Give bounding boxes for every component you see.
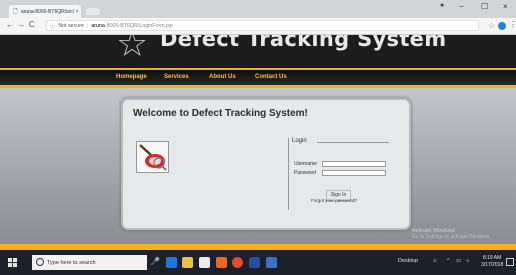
desktop-label[interactable]: Desktop [398,258,418,264]
cortana-icon [36,258,44,266]
tab-title: aruna-8000-BT6QR/src/ × [20,8,79,15]
clock-date: 3/17/2018 [481,262,504,268]
nav-homepage[interactable]: Homepage [116,74,147,80]
minimize-button[interactable]: − [459,2,464,11]
windows-start-icon[interactable] [8,258,17,267]
nav-contact-us[interactable]: Contact Us [255,74,287,80]
bookmark-star-icon[interactable]: ☆ [488,21,495,30]
browser-tab-bar: 🗋 aruna-8000-BT6QR/src/ × − ☐ × ● [0,0,516,18]
activate-windows-watermark: Activate Windows Go to Settings to activ… [412,228,491,240]
extension-icon[interactable] [498,22,506,30]
username-input[interactable] [322,161,386,167]
forward-icon[interactable]: → [17,20,25,29]
content-area: Welcome to Defect Tracking System! Login… [0,88,516,244]
clock-time: 8:19 AM [482,255,502,261]
site-title: Defect Tracking System [160,35,447,51]
welcome-heading: Welcome to Defect Tracking System! [133,108,308,119]
menu-icon[interactable]: ⋮ [509,20,516,29]
username-label: Username [294,161,318,167]
info-icon[interactable]: ⓘ [50,22,55,30]
taskbar-search[interactable]: Type here to search [32,255,147,270]
forgot-password-link[interactable]: Forgot your password? [311,198,357,203]
site-header: ☆ Defect Tracking System [0,35,516,68]
nav-services[interactable]: Services [164,74,189,80]
notification-icon[interactable] [506,258,514,266]
new-tab-button[interactable] [86,8,100,15]
app-blue-icon[interactable] [249,257,260,268]
reload-icon[interactable]: C [29,20,35,29]
app-window-icon[interactable] [266,257,277,268]
bug-logo-icon [136,141,169,173]
password-label: Password [294,170,316,176]
microphone-icon[interactable]: 🎤 [150,257,161,268]
login-legend: Login [292,138,307,144]
main-nav: Homepage Services About Us Contact Us [0,68,516,88]
address-bar: ← → C ⓘ Not secure | aruna-8000-BT6QR/Lo… [0,18,516,35]
app-orange-icon[interactable] [216,257,227,268]
firefox-icon[interactable] [232,257,243,268]
web-page: ☆ Defect Tracking System Homepage Servic… [0,35,516,250]
login-fieldset: Login Username Password Sign In Forgot y… [288,138,389,210]
password-input[interactable] [322,170,386,176]
security-label: Not secure [58,22,84,29]
volume-icon[interactable]: ◃ [466,258,469,264]
star-logo-icon: ☆ [116,35,149,64]
tray-chevron-icon[interactable]: ^ [447,258,450,264]
battery-icon[interactable]: ▭ [456,258,461,264]
maximize-button[interactable]: ☐ [481,2,488,11]
store-icon[interactable] [199,257,210,268]
watermark-subtitle: Go to Settings to activate Windows. [412,234,491,240]
page-icon: 🗋 [13,8,18,15]
browser-tab[interactable]: 🗋 aruna-8000-BT6QR/src/ × [9,5,81,18]
profile-icon[interactable]: ● [440,2,444,9]
taskbar: Type here to search 🎤 Desktop ☺ ^ ▭ ◃ 8:… [0,250,516,275]
file-explorer-icon[interactable] [182,257,193,268]
url-host: aruna [91,22,105,29]
search-placeholder: Type here to search [47,259,96,266]
welcome-panel: Welcome to Defect Tracking System! Login… [121,98,411,230]
people-icon[interactable]: ☺ [432,258,438,264]
url-field[interactable]: ⓘ Not secure | aruna-8000-BT6QR/LoginFor… [46,20,479,31]
edge-icon[interactable] [166,257,177,268]
legend-rule [317,142,389,143]
close-button[interactable]: × [503,2,508,11]
url-path: -8000-BT6QR/LoginForm.jsp [104,22,173,29]
system-clock[interactable]: 8:19 AM 3/17/2018 [481,255,503,269]
nav-about-us[interactable]: About Us [209,74,236,80]
back-icon[interactable]: ← [6,20,14,29]
